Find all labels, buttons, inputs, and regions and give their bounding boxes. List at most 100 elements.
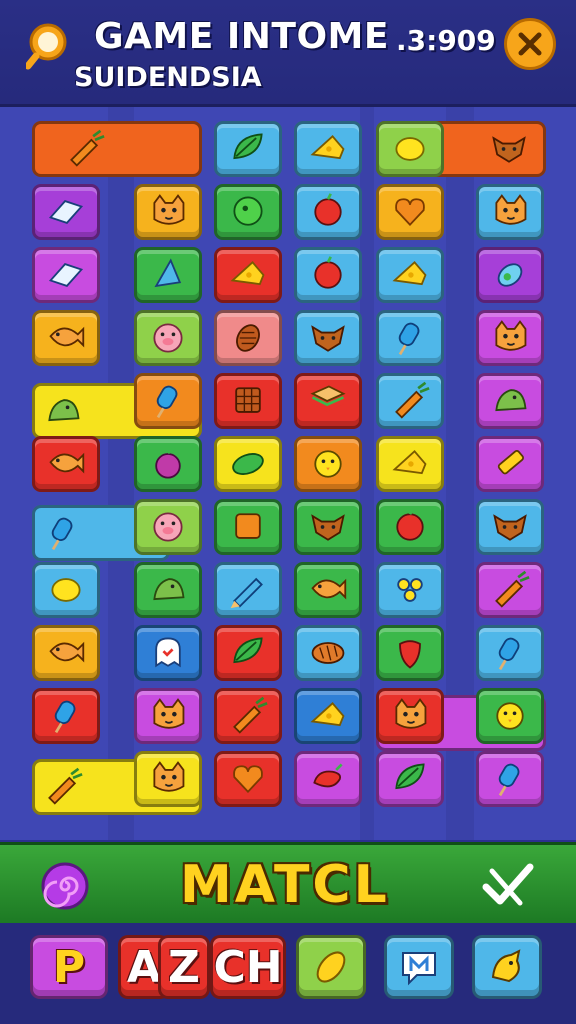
cheese-icon	[392, 260, 427, 286]
game-tile[interactable]	[134, 688, 202, 744]
letter-tile-p[interactable]: P	[30, 935, 108, 999]
game-tile[interactable]	[294, 310, 362, 366]
game-tile[interactable]	[294, 499, 362, 555]
bread-icon	[311, 642, 345, 664]
carrot-icon	[233, 696, 268, 734]
lemon-icon	[51, 578, 81, 602]
board-lane	[108, 107, 134, 840]
game-tile[interactable]	[476, 562, 544, 618]
powerup-lemon[interactable]	[296, 935, 366, 999]
game-tile[interactable]	[214, 373, 282, 429]
message-icon	[402, 952, 436, 986]
game-tile[interactable]	[134, 247, 202, 303]
game-tile[interactable]	[134, 625, 202, 681]
letter-tray: P A Z CH	[0, 923, 576, 1024]
game-tile[interactable]	[476, 436, 544, 492]
ghost-icon	[155, 637, 181, 668]
letter-tile-z[interactable]: Z	[158, 935, 210, 999]
bar-tile-icon	[40, 767, 86, 807]
game-tile[interactable]	[294, 373, 362, 429]
game-tile[interactable]	[134, 184, 202, 240]
game-tile[interactable]	[476, 373, 544, 429]
game-tile[interactable]	[214, 247, 282, 303]
leaf-icon	[233, 637, 263, 664]
game-tile[interactable]	[376, 436, 444, 492]
game-tile[interactable]	[376, 562, 444, 618]
game-tile[interactable]	[32, 247, 100, 303]
strawberry-icon	[399, 640, 421, 669]
lollipop-button[interactable]	[40, 861, 90, 911]
game-tile[interactable]	[376, 184, 444, 240]
game-tile[interactable]	[376, 373, 444, 429]
board-lane	[360, 107, 374, 840]
game-tile[interactable]	[476, 499, 544, 555]
game-tile[interactable]	[134, 436, 202, 492]
game-tile[interactable]	[376, 751, 444, 807]
close-button[interactable]	[504, 18, 556, 70]
carrot-icon	[70, 129, 105, 167]
powerup-message[interactable]	[384, 935, 454, 999]
pencil-icon	[230, 577, 263, 609]
game-tile[interactable]	[476, 184, 544, 240]
letter-tile-ch[interactable]: CH	[210, 935, 286, 999]
search-button[interactable]	[24, 20, 76, 70]
fish-icon	[49, 641, 85, 663]
powerup-chick[interactable]	[472, 935, 542, 999]
game-tile[interactable]	[476, 688, 544, 744]
game-tile[interactable]	[294, 562, 362, 618]
game-tile[interactable]	[376, 247, 444, 303]
game-tile[interactable]	[214, 184, 282, 240]
plum-icon	[155, 446, 181, 479]
toast-icon	[235, 513, 261, 539]
cheese-icon	[392, 449, 427, 475]
heart-icon	[233, 765, 263, 794]
game-tile[interactable]	[476, 751, 544, 807]
cone-icon	[154, 258, 182, 288]
game-tile[interactable]	[214, 562, 282, 618]
game-tile[interactable]	[214, 688, 282, 744]
game-tile[interactable]	[294, 751, 362, 807]
game-tile[interactable]	[376, 499, 444, 555]
game-tile[interactable]	[134, 373, 202, 429]
game-tile[interactable]	[214, 121, 282, 177]
game-tile[interactable]	[32, 625, 100, 681]
game-tile[interactable]	[214, 310, 282, 366]
game-tile[interactable]	[134, 499, 202, 555]
game-tile[interactable]	[214, 751, 282, 807]
fox-face-icon	[311, 325, 345, 352]
popsicle-icon	[498, 637, 520, 671]
check-button[interactable]	[478, 857, 538, 913]
potion-icon	[497, 263, 523, 287]
pickle-icon	[232, 453, 264, 475]
game-tile[interactable]	[294, 184, 362, 240]
game-tile[interactable]	[214, 499, 282, 555]
melon-icon	[233, 196, 263, 226]
cat-face-icon	[395, 698, 427, 729]
game-tile[interactable]	[134, 751, 202, 807]
game-tile[interactable]	[32, 184, 100, 240]
game-tile[interactable]	[376, 310, 444, 366]
game-tile[interactable]	[214, 436, 282, 492]
game-tile[interactable]	[476, 310, 544, 366]
game-tile[interactable]	[32, 688, 100, 744]
game-tile[interactable]	[294, 247, 362, 303]
game-tile[interactable]	[294, 625, 362, 681]
game-tile[interactable]	[476, 247, 544, 303]
game-tile[interactable]	[376, 625, 444, 681]
game-tile[interactable]	[32, 562, 100, 618]
game-tile[interactable]	[294, 436, 362, 492]
page-title: GAME INTOME	[94, 16, 389, 57]
popsicle-icon	[54, 700, 76, 734]
game-tile[interactable]	[376, 688, 444, 744]
game-tile[interactable]	[134, 562, 202, 618]
game-tile[interactable]	[476, 625, 544, 681]
game-tile[interactable]	[214, 625, 282, 681]
game-tile[interactable]	[134, 310, 202, 366]
game-tile[interactable]	[376, 121, 444, 177]
bar-tile-icon	[40, 391, 86, 431]
timer-readout: .3:909	[396, 24, 496, 57]
game-tile[interactable]	[32, 310, 100, 366]
game-tile[interactable]	[294, 121, 362, 177]
game-tile[interactable]	[294, 688, 362, 744]
game-tile[interactable]	[32, 436, 100, 492]
